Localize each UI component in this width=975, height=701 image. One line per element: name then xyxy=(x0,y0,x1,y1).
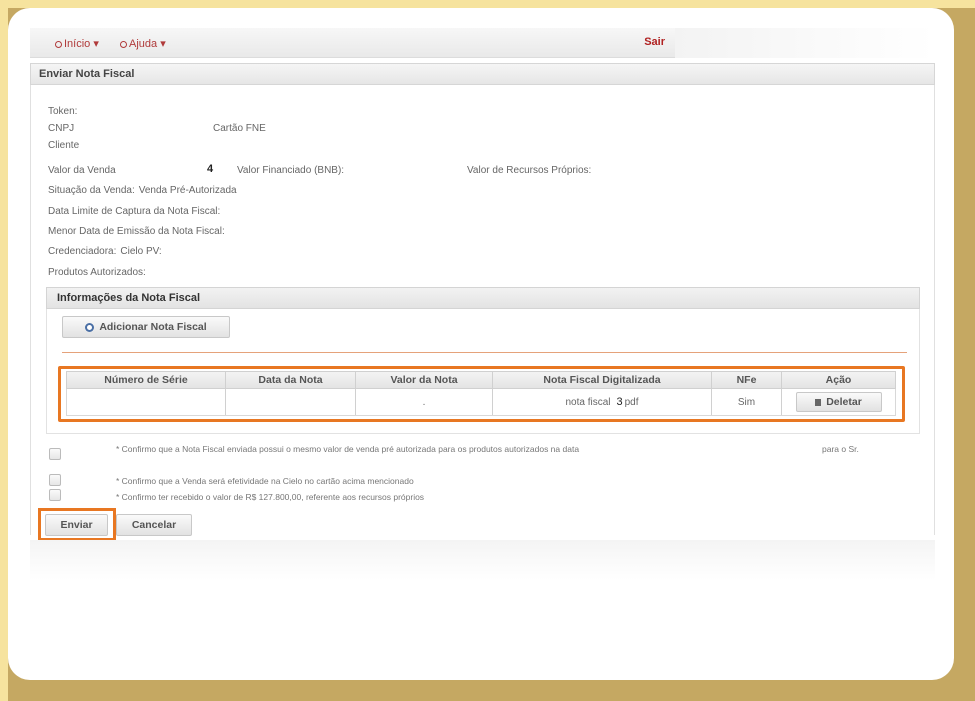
cell-data-nota xyxy=(226,389,356,415)
cell-numero-serie xyxy=(67,389,226,415)
circle-icon xyxy=(55,41,62,48)
nota-file-suffix: pdf xyxy=(624,396,639,408)
confirm-text-2: * Confirmo que a Venda será efetividade … xyxy=(116,476,414,486)
menu-ajuda-label: Ajuda xyxy=(129,38,158,50)
menor-data-label: Menor Data de Emissão da Nota Fiscal: xyxy=(48,226,225,237)
cell-nfe: Sim xyxy=(712,389,782,415)
situacao-value: Venda Pré-Autorizada xyxy=(138,185,237,196)
top-border xyxy=(0,0,975,8)
table-header: Número de Série Data da Nota Valor da No… xyxy=(66,371,896,389)
top-menu-bar: Início ▾ Ajuda ▾ Sair xyxy=(30,28,675,58)
trash-icon xyxy=(815,398,822,406)
delete-label: Deletar xyxy=(826,396,862,408)
confirm-checkbox-3[interactable] xyxy=(49,489,61,501)
nota-fiscal-title: Informações da Nota Fiscal xyxy=(57,292,201,304)
bottom-blur xyxy=(30,540,935,580)
nota-file-prefix: nota fiscal xyxy=(565,396,611,408)
cnpj-label: CNPJ xyxy=(48,123,75,134)
nota-fiscal-header: Informações da Nota Fiscal xyxy=(46,287,920,309)
menubar-blur xyxy=(675,28,935,58)
valor-venda-label: Valor da Venda xyxy=(48,165,116,176)
table-row: . nota fiscal 3 pdf Sim Deletar xyxy=(66,389,896,416)
credenciadora-value: Cielo PV: xyxy=(120,246,162,257)
credenciadora-label: Credenciadora: Cielo PV: xyxy=(48,246,162,257)
delete-button[interactable]: Deletar xyxy=(795,392,882,412)
produtos-label: Produtos Autorizados: xyxy=(48,267,146,278)
cell-acao: Deletar xyxy=(782,389,895,415)
menu-ajuda[interactable]: Ajuda ▾ xyxy=(120,37,166,50)
situacao-label: Situação da Venda: Venda Pré-Autorizada xyxy=(48,185,237,196)
token-label: Token: xyxy=(48,106,78,117)
menu-inicio-label: Início xyxy=(64,38,91,50)
column-header: Data da Nota xyxy=(226,372,356,388)
column-header: Valor da Nota xyxy=(356,372,493,388)
column-header: Nota Fiscal Digitalizada xyxy=(493,372,712,388)
credenciadora-label-text: Credenciadora: xyxy=(48,246,117,257)
panel-header: Enviar Nota Fiscal xyxy=(30,63,935,85)
enviar-button[interactable]: Enviar xyxy=(45,514,108,536)
divider xyxy=(62,352,907,353)
add-nota-fiscal-label: Adicionar Nota Fiscal xyxy=(99,321,207,333)
left-border xyxy=(0,0,8,701)
menu-inicio[interactable]: Início ▾ xyxy=(55,37,99,50)
column-header: NFe xyxy=(712,372,782,388)
data-limite-label: Data Limite de Captura da Nota Fiscal: xyxy=(48,206,221,217)
situacao-label-text: Situação da Venda: xyxy=(48,185,135,196)
column-header: Ação xyxy=(825,374,852,386)
cliente-label: Cliente xyxy=(48,140,80,151)
confirm-text-1-suffix: para o Sr. xyxy=(822,444,859,454)
confirm-text-3: * Confirmo ter recebido o valor de R$ 12… xyxy=(116,492,425,502)
logout-link[interactable]: Sair xyxy=(644,36,665,48)
column-header: Número de Série xyxy=(67,372,226,388)
cell-valor-nota: . xyxy=(356,389,493,415)
add-circle-icon xyxy=(85,322,95,332)
valor-venda-value: 4 xyxy=(207,163,214,175)
confirm-checkbox-2[interactable] xyxy=(49,474,61,486)
nota-file-digit: 3 xyxy=(616,396,623,408)
valor-financiado-label: Valor Financiado (BNB): xyxy=(237,165,345,176)
circle-icon xyxy=(120,41,127,48)
page-title: Enviar Nota Fiscal xyxy=(39,68,135,80)
cell-nota-digitalizada[interactable]: nota fiscal 3 pdf xyxy=(493,389,712,415)
cartao-fne-label: Cartão FNE xyxy=(213,123,266,134)
add-nota-fiscal-button[interactable]: Adicionar Nota Fiscal xyxy=(62,316,230,338)
confirm-text-1: * Confirmo que a Nota Fiscal enviada pos… xyxy=(116,444,580,454)
confirm-checkbox-1[interactable] xyxy=(49,448,61,460)
valor-recursos-label: Valor de Recursos Próprios: xyxy=(467,165,592,176)
cancelar-button[interactable]: Cancelar xyxy=(116,514,192,536)
